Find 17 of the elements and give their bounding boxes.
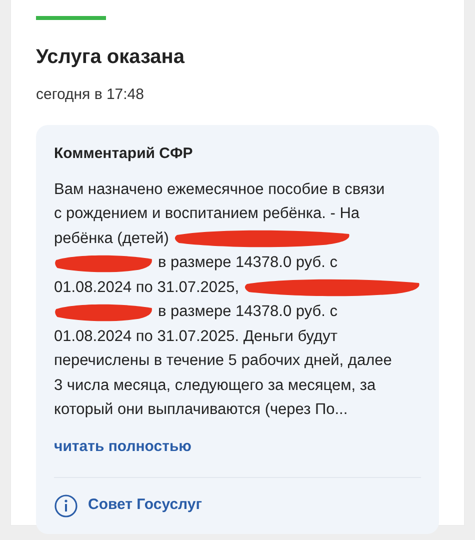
comment-text: с рождением и воспитанием ребёнка. - На xyxy=(54,204,360,224)
comment-text: ребёнка (детей) xyxy=(54,228,169,249)
comment-text: 3 числа месяца, следующего за месяцем, за xyxy=(54,376,376,396)
comment-text: Вам назначено ежемесячное пособие в связи xyxy=(54,180,385,200)
info-icon xyxy=(54,494,78,518)
comment-text: в размере 14378.0 руб. с xyxy=(158,302,338,322)
comment-heading: Комментарий СФР xyxy=(54,144,194,164)
comment-text: 01.08.2024 по 31.07.2025. Деньги будут xyxy=(54,326,338,347)
status-time: сегодня в 17:48 xyxy=(36,85,145,105)
comment-text: 01.08.2024 по 31.07.2025, xyxy=(54,278,240,298)
comment-text: который они выплачиваются (через По... xyxy=(54,400,348,420)
comment-text: перечислены в течение 5 рабочих дней, далее xyxy=(54,351,392,372)
tip-link[interactable]: Совет Госуслуг xyxy=(88,494,202,517)
read-more-link[interactable]: читать полностью xyxy=(54,436,192,458)
status-title: Услуга оказана xyxy=(36,45,186,70)
status-bar xyxy=(36,16,106,20)
comment-text: в размере 14378.0 руб. с xyxy=(158,253,338,274)
